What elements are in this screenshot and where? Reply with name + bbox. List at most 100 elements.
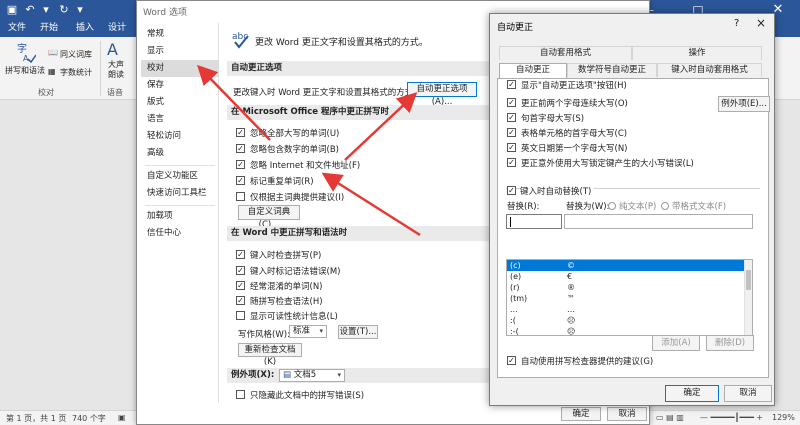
show-autocorrect-button-label: 显示"自动更正选项"按钮(H) [521, 81, 627, 91]
check-grammar-checkbox[interactable]: ✓ [236, 296, 245, 305]
page-count: 第 1 页，共 1 页 [6, 414, 67, 423]
formatted-text-radio[interactable] [661, 202, 669, 210]
nav-item-proofing[interactable]: 校对 [141, 60, 219, 77]
check-spelling-checkbox[interactable]: ✓ [236, 250, 245, 259]
mark-grammar-label: 键入时标记语法错误(M) [250, 267, 341, 277]
use-suggestions-checkbox[interactable]: ✓ [507, 356, 516, 365]
replace-input[interactable] [506, 214, 562, 229]
tab-actions[interactable]: 操作 [632, 46, 762, 60]
capitalize-sentences-checkbox[interactable]: ✓ [507, 113, 516, 122]
caps-lock-checkbox[interactable]: ✓ [507, 158, 516, 167]
nav-item-language[interactable]: 语言 [141, 111, 219, 128]
section-office-proofing: 在 Microsoft Office 程序中更正拼写时 [227, 105, 527, 120]
word-count-button[interactable]: 字数统计 [60, 67, 92, 78]
nav-separator [145, 165, 215, 166]
tab-design[interactable]: 设计 [108, 22, 126, 35]
page-heading: 更改 Word 更正文字和设置其格式的方式。 [255, 38, 428, 48]
nav-item-display[interactable]: 显示 [141, 43, 219, 60]
mark-grammar-checkbox[interactable]: ✓ [236, 266, 245, 275]
two-initial-caps-checkbox[interactable]: ✓ [507, 98, 516, 107]
table-row[interactable]: (r) ® [507, 282, 746, 293]
close-icon[interactable]: × [756, 16, 766, 30]
dropdown-icon[interactable]: ▾ [72, 3, 88, 17]
chevron-down-icon[interactable]: ▾ [38, 3, 54, 17]
read-aloud-button-line2: 朗读 [108, 70, 124, 79]
nav-item-layout[interactable]: 版式 [141, 94, 219, 111]
writing-style-select[interactable]: 标准 ▾ [289, 325, 327, 338]
save-icon[interactable]: ▣ [4, 3, 20, 17]
tab-autoformat[interactable]: 自动套用格式 [499, 46, 632, 60]
tab-autoformat-as-you-type[interactable]: 键入时自动套用格式 [657, 63, 762, 77]
entry-to: ☹ [567, 327, 576, 336]
exceptions-select[interactable]: ▤ 文档5 ▾ [279, 369, 345, 382]
options-cancel-button[interactable]: 取消 [607, 407, 647, 421]
with-input[interactable] [564, 214, 753, 229]
view-icons[interactable]: ▭ ▤ ▥ [656, 413, 684, 422]
exceptions-button[interactable]: 例外项(E)... [718, 96, 770, 112]
writing-style-label: 写作风格(W): [238, 330, 290, 340]
main-dictionary-checkbox[interactable] [236, 192, 245, 201]
nav-item-save[interactable]: 保存 [141, 77, 219, 94]
custom-dictionaries-button[interactable]: 自定义词典(C)... [238, 205, 300, 230]
table-scrollbar[interactable] [744, 260, 752, 335]
table-row[interactable]: (tm) ™ [507, 293, 746, 304]
word-count-icon: ▦ [48, 67, 56, 76]
table-row[interactable]: :( ☹ [507, 315, 746, 326]
nav-item-trust-center[interactable]: 信任中心 [141, 225, 219, 242]
zoom-level[interactable]: 129% [772, 413, 795, 422]
tab-insert[interactable]: 插入 [76, 22, 94, 35]
readability-checkbox[interactable] [236, 311, 245, 320]
autocorrect-cancel-button[interactable]: 取消 [724, 385, 772, 402]
nav-item-addins[interactable]: 加载项 [141, 208, 219, 225]
section-exceptions: 例外项(X): [227, 368, 527, 383]
settings-button[interactable]: 设置(T)... [338, 325, 378, 339]
nav-item-quick-access[interactable]: 快速访问工具栏 [141, 185, 219, 202]
redo-icon[interactable]: ↻ [56, 3, 72, 17]
show-autocorrect-button-checkbox[interactable]: ✓ [507, 80, 516, 89]
table-row[interactable]: (e) € [507, 271, 746, 282]
undo-icon[interactable]: ↶ [22, 3, 38, 17]
zoom-slider[interactable]: — ━━━━━┃━━━ + [700, 413, 763, 422]
tab-autocorrect[interactable]: 自动更正 [499, 63, 567, 78]
hide-spelling-errors-checkbox[interactable] [236, 390, 245, 399]
recheck-document-button[interactable]: 重新检查文档(K) [238, 343, 302, 367]
scrollbar-thumb[interactable] [746, 270, 751, 290]
entry-from: :( [510, 316, 516, 325]
add-entry-button[interactable]: 添加(A) [652, 335, 700, 351]
word-count[interactable]: 740 个字 [72, 413, 106, 424]
nav-item-customize-ribbon[interactable]: 自定义功能区 [141, 168, 219, 185]
group-proofing-label: 校对 [38, 88, 54, 97]
entry-from: :-( [510, 327, 519, 336]
ignore-internet-checkbox[interactable]: ✓ [236, 160, 245, 169]
autocorrect-options-button[interactable]: 自动更正选项(A)... [407, 82, 477, 107]
tab-file[interactable]: 文件 [8, 22, 26, 35]
entry-to: © [567, 261, 575, 270]
autocorrect-entries-table[interactable]: (c) © (e) € (r) ® (tm) ™ ... … :( ☹ :-( … [506, 259, 753, 336]
replace-as-you-type-checkbox[interactable]: ✓ [507, 186, 516, 195]
spell-check-button[interactable]: 拼写和语法 [5, 65, 45, 76]
plain-text-radio[interactable] [608, 202, 616, 210]
autocorrect-ok-button[interactable]: 确定 [665, 385, 719, 402]
svg-text:abc: abc [232, 32, 248, 42]
proofing-status-icon[interactable]: ▣ [118, 413, 126, 422]
nav-item-accessibility[interactable]: 轻松访问 [141, 128, 219, 145]
nav-item-advanced[interactable]: 高级 [141, 145, 219, 162]
table-row[interactable]: (c) © [507, 260, 746, 271]
autocorrect-dialog: 自动更正 ? × 自动套用格式 操作 自动更正 数学符号自动更正 键入时自动套用… [489, 13, 775, 406]
tab-math-autocorrect[interactable]: 数学符号自动更正 [567, 63, 657, 77]
flag-repeated-checkbox[interactable]: ✓ [236, 176, 245, 185]
entry-from: (c) [510, 261, 521, 270]
ignore-numbers-checkbox[interactable]: ✓ [236, 144, 245, 153]
table-row[interactable]: ... … [507, 304, 746, 315]
help-icon[interactable]: ? [734, 18, 739, 29]
nav-item-general[interactable]: 常规 [141, 26, 219, 43]
plain-text-label: 纯文本(P) [619, 202, 657, 212]
thesaurus-button[interactable]: 同义词库 [60, 49, 92, 60]
ignore-uppercase-checkbox[interactable]: ✓ [236, 128, 245, 137]
capitalize-table-cells-checkbox[interactable]: ✓ [507, 128, 516, 137]
delete-entry-button[interactable]: 删除(D) [706, 335, 754, 351]
capitalize-days-checkbox[interactable]: ✓ [507, 143, 516, 152]
tab-home[interactable]: 开始 [40, 22, 58, 35]
confused-words-checkbox[interactable]: ✓ [236, 281, 245, 290]
options-ok-button[interactable]: 确定 [561, 407, 601, 421]
